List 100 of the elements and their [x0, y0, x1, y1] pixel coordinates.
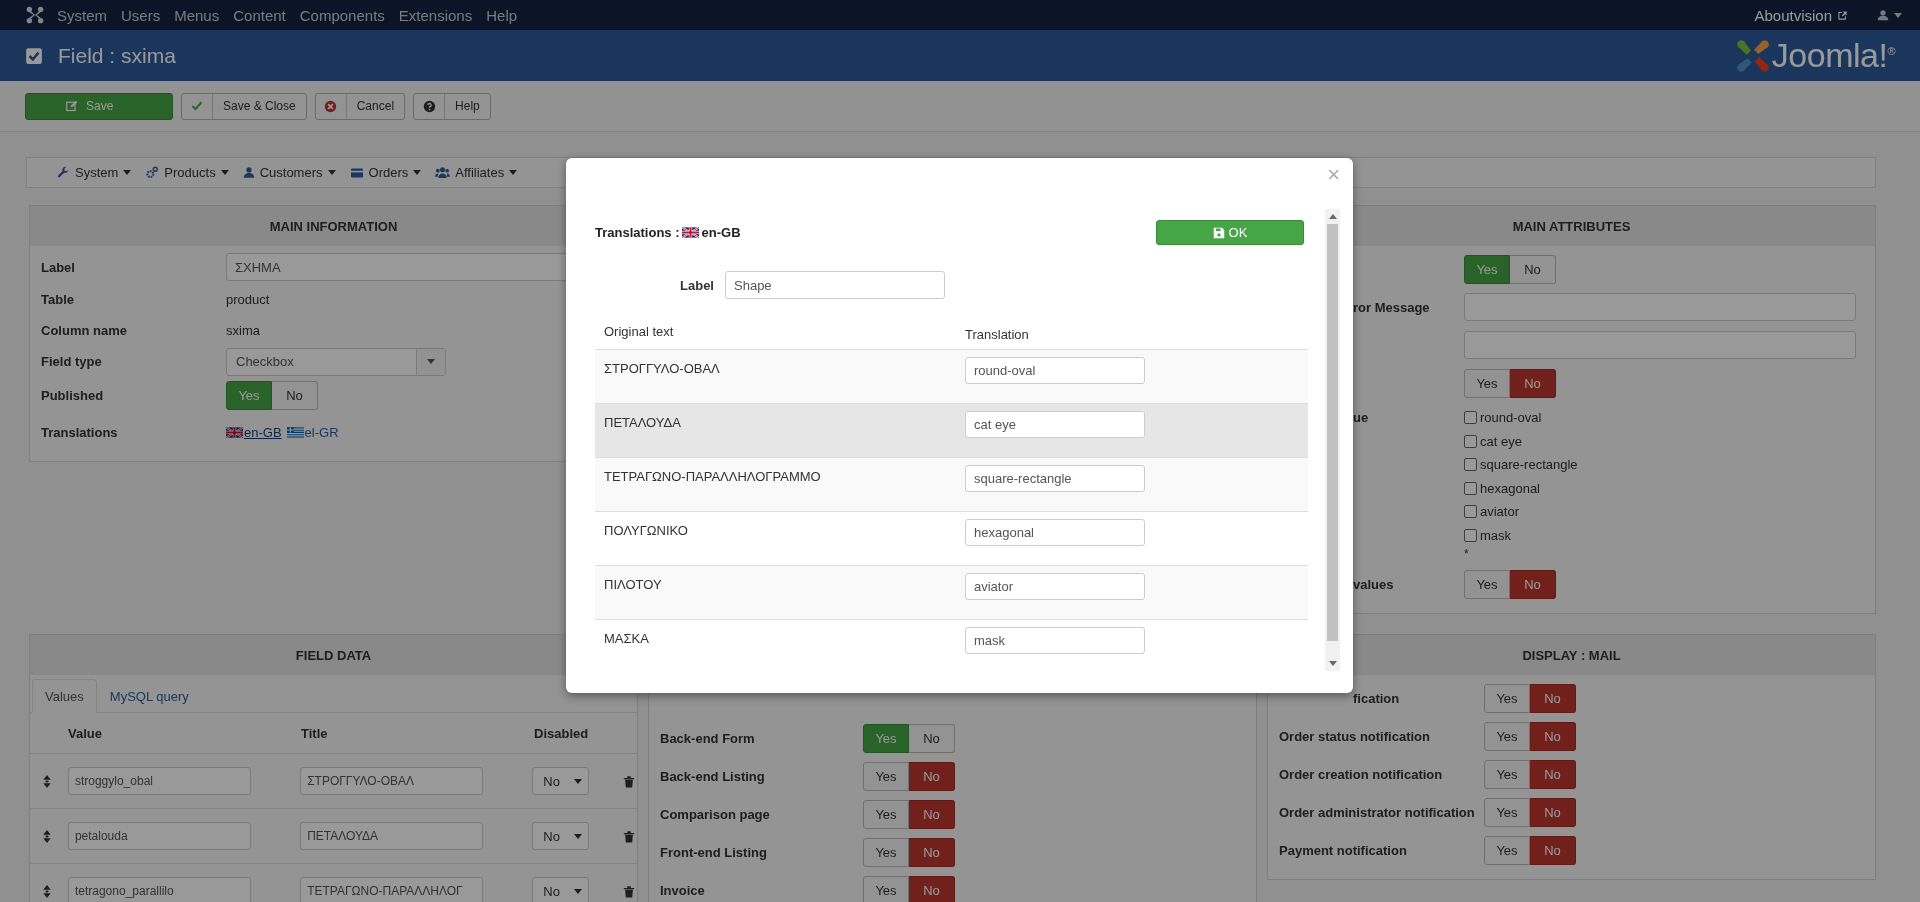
- no-button[interactable]: No: [272, 380, 318, 410]
- language-link[interactable]: en-GB: [244, 424, 282, 440]
- submenu-item[interactable]: System: [57, 165, 132, 180]
- menu-item[interactable]: Extensions: [391, 6, 480, 24]
- trash-icon[interactable]: [623, 774, 636, 788]
- yes-button[interactable]: Yes: [863, 799, 909, 829]
- yes-button[interactable]: Yes: [1484, 683, 1530, 713]
- checkbox[interactable]: [1464, 458, 1477, 472]
- no-button[interactable]: No: [909, 761, 955, 791]
- yes-button[interactable]: Yes: [863, 761, 909, 791]
- caret-icon[interactable]: [1894, 12, 1902, 18]
- no-button[interactable]: No: [1530, 835, 1576, 865]
- menu-item[interactable]: System: [50, 6, 114, 24]
- no-button[interactable]: No: [1530, 683, 1576, 713]
- field-label: Label: [41, 259, 75, 275]
- column-header: Title: [301, 725, 329, 741]
- no-button[interactable]: No: [1530, 797, 1576, 827]
- scrollbar[interactable]: [1325, 209, 1340, 671]
- checkbox[interactable]: [1464, 528, 1477, 542]
- no-button[interactable]: No: [1510, 569, 1556, 599]
- close-button[interactable]: ×: [1325, 163, 1342, 187]
- user-icon[interactable]: [1877, 9, 1889, 21]
- credit-card-icon: [349, 166, 364, 179]
- yes-button[interactable]: Yes: [1464, 254, 1510, 284]
- drag-handle-icon[interactable]: [43, 774, 51, 788]
- drag-handle-icon[interactable]: [43, 829, 51, 843]
- checkbox[interactable]: [1464, 505, 1477, 519]
- field-label: Table: [41, 292, 74, 307]
- no-button[interactable]: No: [909, 799, 955, 829]
- site-link[interactable]: Aboutvision: [1754, 6, 1832, 24]
- language-link[interactable]: el-GR: [304, 424, 339, 440]
- scroll-down-icon[interactable]: [1328, 661, 1337, 666]
- external-link-icon: [1837, 9, 1848, 21]
- yes-button[interactable]: Yes: [226, 380, 272, 410]
- column-header: Value: [68, 725, 103, 741]
- submenu-item[interactable]: Orders: [349, 165, 422, 180]
- translation-field[interactable]: mask: [965, 627, 1145, 654]
- translation-field[interactable]: cat eye: [965, 411, 1145, 438]
- yes-button[interactable]: Yes: [863, 875, 909, 902]
- translation-field[interactable]: square-rectangle: [965, 465, 1145, 492]
- submenu-item[interactable]: Products: [145, 165, 229, 180]
- trash-icon[interactable]: [623, 884, 636, 898]
- checkbox-label: round-oval: [1480, 410, 1542, 426]
- translation-field[interactable]: round-oval: [965, 357, 1145, 384]
- value-field[interactable]: petalouda: [67, 822, 251, 850]
- no-button[interactable]: No: [909, 837, 955, 867]
- tab[interactable]: MySQL query: [96, 679, 202, 713]
- field-label: Back-end Form: [660, 730, 755, 746]
- no-button[interactable]: No: [1510, 368, 1556, 398]
- column-header: Original text: [603, 323, 675, 339]
- menu-item[interactable]: Content: [226, 6, 293, 24]
- text-field[interactable]: [1464, 331, 1856, 359]
- checkbox[interactable]: [1464, 434, 1477, 448]
- menu-item[interactable]: Menus: [167, 6, 227, 24]
- save-icon: [1212, 226, 1225, 239]
- toolbar-button[interactable]: Cancel: [314, 92, 406, 120]
- translation-field[interactable]: aviator: [965, 573, 1145, 600]
- ok-button[interactable]: OK: [1156, 220, 1304, 245]
- menu-item[interactable]: Users: [114, 6, 168, 24]
- title-field[interactable]: ΤΕΤΡΑΓΩΝΟ-ΠΑΡΑΛΛΗΛΟΓ: [300, 877, 484, 902]
- menu-item[interactable]: Help: [479, 6, 525, 24]
- no-button[interactable]: No: [1530, 759, 1576, 789]
- yes-button[interactable]: Yes: [1484, 835, 1530, 865]
- label-field[interactable]: Shape: [725, 271, 945, 299]
- text-field[interactable]: [1464, 293, 1856, 321]
- no-button[interactable]: No: [909, 875, 955, 902]
- toolbar-button[interactable]: Save & Close: [181, 92, 307, 120]
- scroll-up-icon[interactable]: [1328, 214, 1337, 219]
- toolbar-button[interactable]: Save: [25, 92, 173, 120]
- no-button[interactable]: No: [1530, 721, 1576, 751]
- yes-button[interactable]: Yes: [1484, 759, 1530, 789]
- caret-icon: [509, 170, 518, 175]
- checkbox[interactable]: [1464, 411, 1477, 425]
- checkbox[interactable]: [1464, 481, 1477, 495]
- menu-item[interactable]: Components: [292, 6, 392, 24]
- submenu-item[interactable]: Customers: [242, 165, 336, 180]
- translation-field[interactable]: hexagonal: [965, 519, 1145, 546]
- value-field[interactable]: stroggylo_obal: [67, 767, 251, 795]
- yes-button[interactable]: Yes: [1464, 368, 1510, 398]
- yes-button[interactable]: Yes: [863, 723, 909, 753]
- field-type-select[interactable]: Checkbox: [226, 347, 446, 376]
- trash-icon[interactable]: [623, 829, 636, 843]
- submenu-item[interactable]: Affiliates: [435, 165, 518, 180]
- no-button[interactable]: No: [1510, 254, 1556, 284]
- drag-handle-icon[interactable]: [43, 884, 51, 898]
- yes-button[interactable]: Yes: [1464, 569, 1510, 599]
- toolbar-button[interactable]: Help: [413, 92, 491, 120]
- joomla-icon[interactable]: [26, 6, 44, 24]
- title-field[interactable]: ΠΕΤΑΛΟΥΔΑ: [300, 822, 484, 850]
- yes-button[interactable]: Yes: [1484, 721, 1530, 751]
- tab[interactable]: Values: [32, 679, 97, 713]
- title-field[interactable]: ΣΤΡΟΓΓΥΛΟ-ΟΒΑΛ: [300, 767, 484, 795]
- field-value: sxima: [226, 323, 260, 338]
- yes-button[interactable]: Yes: [1484, 797, 1530, 827]
- field-label: Order status notification: [1279, 728, 1430, 744]
- value-field[interactable]: tetragono_parallilo: [67, 877, 251, 902]
- check-icon: [191, 100, 203, 112]
- users-icon: [435, 166, 451, 179]
- yes-button[interactable]: Yes: [863, 837, 909, 867]
- no-button[interactable]: No: [909, 723, 955, 753]
